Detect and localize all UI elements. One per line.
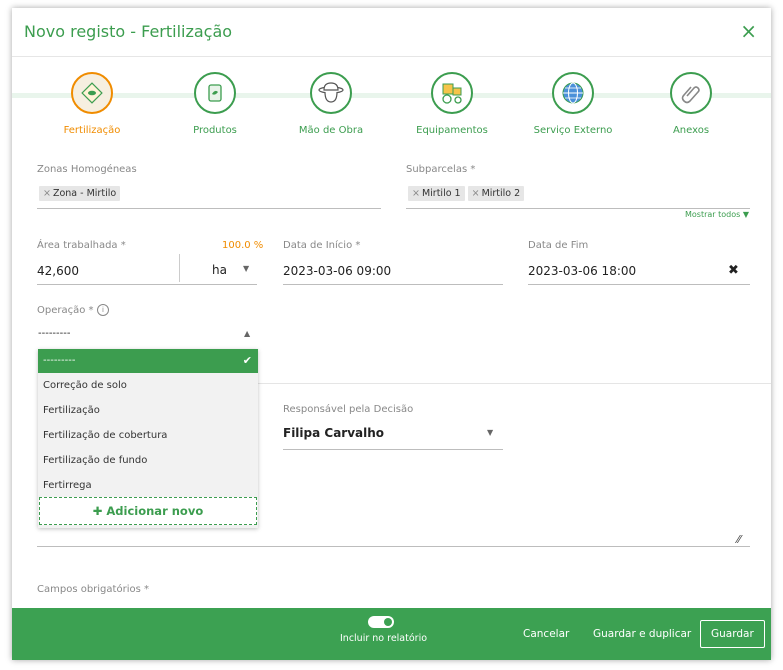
section-divider (258, 383, 771, 384)
area-divider (179, 254, 180, 282)
cancel-button[interactable]: Cancelar (523, 628, 569, 640)
resize-handle-icon[interactable]: ⁄⁄ (737, 533, 741, 546)
operacao-label: Operação * (37, 305, 94, 316)
chevron-down-icon[interactable]: ▼ (243, 264, 249, 273)
subparcelas-label: Subparcelas * (406, 164, 476, 175)
inicio-underline (283, 284, 503, 285)
chevron-up-icon[interactable]: ▲ (244, 329, 250, 338)
include-report-toggle[interactable] (368, 616, 394, 628)
zonas-tags[interactable]: × Zona - Mirtilo (39, 181, 123, 201)
tractor-icon (431, 72, 473, 114)
step-label: Fertilização (63, 125, 121, 136)
chevron-down-icon[interactable]: ▼ (487, 428, 493, 437)
subparcela-tag[interactable]: × Mirtilo 2 (467, 186, 525, 201)
area-input[interactable]: 42,600 (37, 264, 79, 278)
close-icon[interactable]: × (740, 21, 757, 41)
operacao-select[interactable]: --------- (38, 328, 70, 339)
subparcela-tag[interactable]: × Mirtilo 1 (408, 186, 465, 201)
responsavel-label: Responsável pela Decisão (283, 404, 414, 415)
responsavel-underline (283, 449, 503, 450)
required-note: Campos obrigatórios * (37, 584, 149, 595)
info-icon[interactable]: i (97, 304, 109, 316)
fim-label: Data de Fim (528, 240, 589, 251)
wizard-stepper: Fertilização Produtos Mão de Obra Equipa… (12, 60, 771, 150)
dialog-header: Novo registo - Fertilização × (12, 8, 771, 57)
toggle-knob (384, 618, 392, 626)
dropdown-option[interactable]: Fertilização (38, 399, 258, 423)
step-label: Anexos (672, 125, 710, 136)
plus-icon: ✚ (92, 504, 107, 518)
step-servico-externo[interactable]: Serviço Externo (518, 72, 628, 136)
area-percent: 100.0 % (222, 240, 264, 251)
operacao-dropdown[interactable]: --------- ✔ Correção de solo Fertilizaçã… (38, 349, 258, 528)
zonas-label: Zonas Homogéneas (37, 164, 137, 175)
dropdown-option[interactable]: Correção de solo (38, 374, 258, 398)
save-duplicate-button[interactable]: Guardar e duplicar (593, 628, 691, 640)
step-fertilizacao[interactable]: Fertilização (37, 72, 147, 136)
area-underline (37, 284, 257, 285)
toggle-label: Incluir no relatório (340, 633, 428, 644)
dropdown-option[interactable]: Fertilização de cobertura (38, 424, 258, 448)
fim-input[interactable]: 2023-03-06 18:00 (528, 264, 636, 278)
globe-icon (552, 72, 594, 114)
clear-icon[interactable]: ✖ (728, 263, 739, 278)
save-button[interactable]: Guardar (700, 620, 765, 648)
paperclip-icon (670, 72, 712, 114)
check-icon: ✔ (242, 354, 252, 367)
zonas-underline (37, 208, 381, 209)
subparcelas-tags[interactable]: × Mirtilo 1 × Mirtilo 2 (408, 181, 527, 201)
step-equipamentos[interactable]: Equipamentos (397, 72, 507, 136)
responsavel-select[interactable]: Filipa Carvalho (283, 426, 384, 440)
dialog-title: Novo registo - Fertilização (24, 22, 233, 41)
fim-underline (528, 284, 750, 285)
product-bag-icon (194, 72, 236, 114)
step-anexos[interactable]: Anexos (636, 72, 746, 136)
dropdown-option-selected[interactable]: --------- ✔ (38, 349, 258, 373)
unit-select[interactable]: ha (212, 263, 227, 277)
step-label: Produtos (193, 125, 237, 136)
worker-hat-icon (310, 72, 352, 114)
notes-textarea[interactable] (37, 546, 750, 547)
step-label: Mão de Obra (298, 125, 364, 136)
step-mao-de-obra[interactable]: Mão de Obra (276, 72, 386, 136)
new-record-dialog: Novo registo - Fertilização × Fertilizaç… (12, 8, 771, 660)
dropdown-option[interactable]: Fertilização de fundo (38, 449, 258, 473)
step-label: Serviço Externo (533, 125, 613, 136)
dialog-footer: Incluir no relatório Cancelar Guardar e … (12, 608, 771, 660)
add-new-button[interactable]: ✚ Adicionar novo (39, 497, 257, 525)
inicio-label: Data de Início * (283, 240, 361, 251)
fertilizer-icon (71, 72, 113, 114)
subparcelas-underline (406, 208, 750, 209)
step-label: Equipamentos (416, 125, 488, 136)
show-all-link[interactable]: Mostrar todos ▼ (685, 210, 749, 219)
area-label: Área trabalhada * (37, 240, 126, 251)
zona-tag[interactable]: × Zona - Mirtilo (39, 186, 121, 201)
dropdown-option[interactable]: Fertirrega (38, 474, 258, 498)
inicio-input[interactable]: 2023-03-06 09:00 (283, 264, 391, 278)
step-produtos[interactable]: Produtos (160, 72, 270, 136)
